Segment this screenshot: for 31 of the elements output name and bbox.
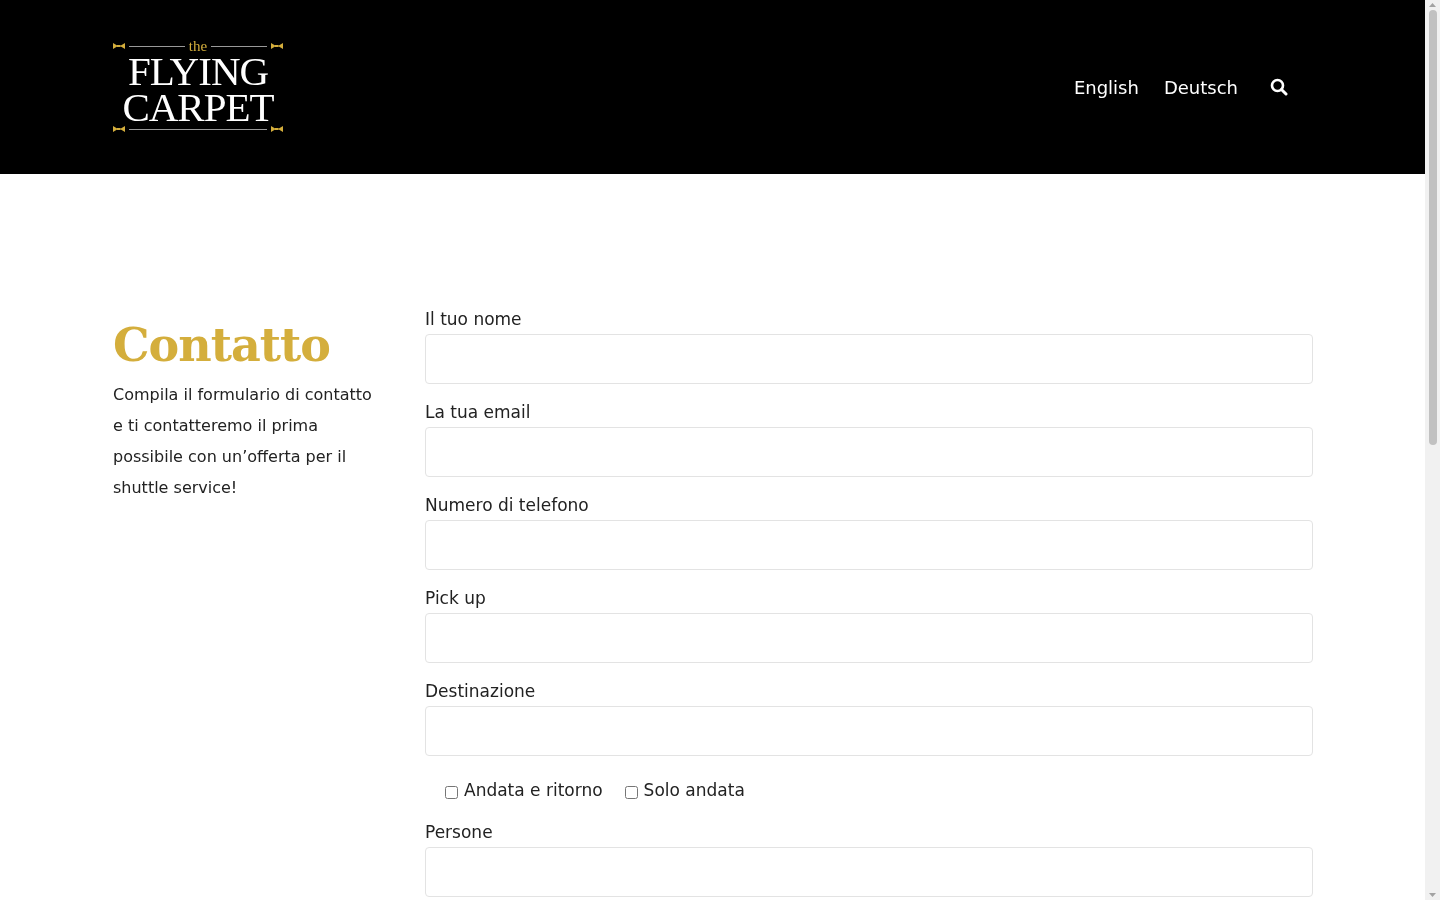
field-label: Destinazione [425, 681, 537, 701]
input-field[interactable] [425, 847, 1313, 897]
field-label: Numero di telefono [425, 495, 590, 515]
field-label: Persone [425, 822, 494, 842]
logo-small-text: the [188, 39, 208, 53]
language-link[interactable]: English [1073, 76, 1139, 98]
logo-text: CARPET [122, 89, 274, 125]
ornament-icon [271, 125, 283, 133]
logo-text: FLYING [127, 53, 269, 89]
search-icon[interactable] [1270, 78, 1288, 96]
ornament-icon [113, 42, 125, 50]
input-field[interactable] [425, 334, 1313, 384]
scrollbar[interactable] [1425, 0, 1440, 900]
scrollbar-thumb[interactable] [1428, 10, 1437, 445]
field-label: La tua email [425, 402, 532, 422]
checkbox-label: Andata e ritorno [464, 780, 603, 800]
checkbox-label: Solo andata [643, 780, 745, 800]
field-label: Pick up [425, 588, 487, 608]
checkbox[interactable] [624, 785, 638, 799]
input-field[interactable] [425, 520, 1313, 570]
checkbox[interactable] [445, 785, 458, 799]
field-label: Il tuo nome [425, 309, 523, 329]
language-link[interactable]: Deutsch [1163, 76, 1238, 98]
ornament-icon [271, 42, 283, 50]
input-field[interactable] [425, 706, 1313, 756]
ornament-icon [113, 125, 125, 133]
input-field[interactable] [425, 427, 1313, 477]
page-title: Contatto [113, 317, 331, 373]
input-field[interactable] [425, 613, 1313, 663]
logo[interactable]: the FLYING CARPET [113, 39, 283, 133]
intro-text: Compila il formulario di contatto e ti contatteremo il prima possibile con un’offerta per il shuttle service! [113, 384, 373, 499]
